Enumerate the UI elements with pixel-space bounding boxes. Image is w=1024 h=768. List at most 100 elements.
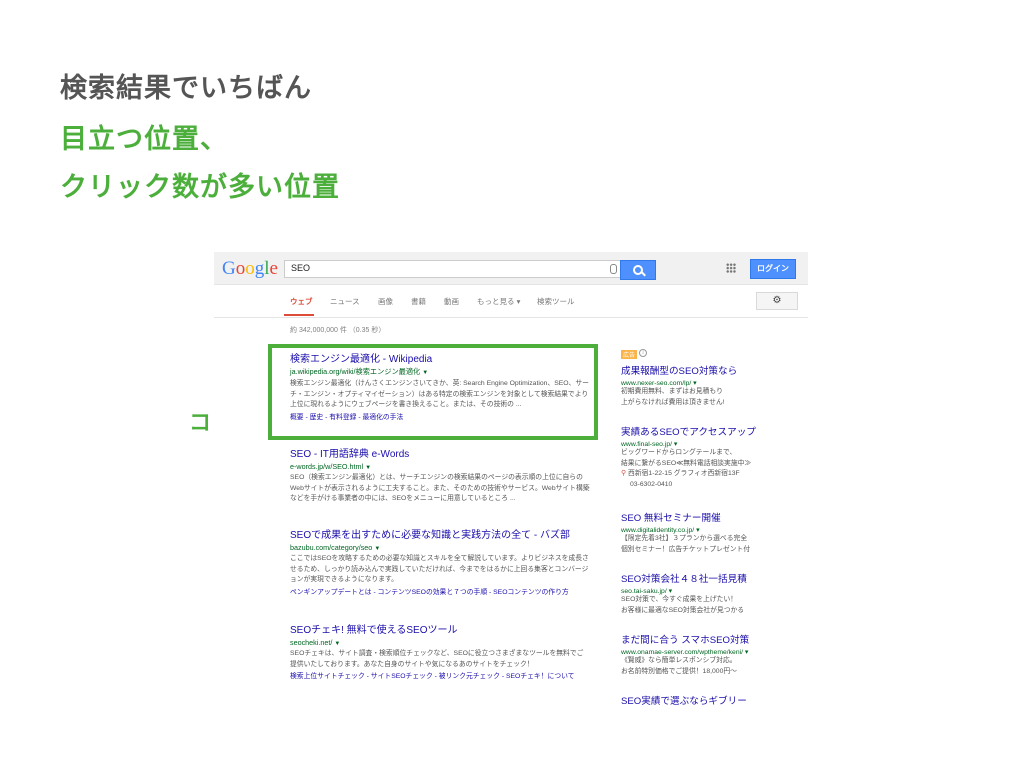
search-result: SEOで成果を出すために必要な知識と実践方法の全て - バズ部 bazubu.c…	[290, 526, 590, 598]
dropdown-arrow-icon[interactable]: ▾	[696, 527, 699, 534]
dropdown-arrow-icon[interactable]: ▼	[334, 641, 340, 647]
result-url: ja.wikipedia.org/wiki/検索エンジン最適化 ▼	[290, 367, 590, 377]
ad-item: 成果報酬型のSEO対策なら www.nexer-seo.com/lp/ ▾ 初期…	[621, 363, 801, 408]
tab-search-tools[interactable]: 検索ツール	[537, 296, 575, 307]
logo-letter: G	[222, 258, 236, 279]
result-sitelinks[interactable]: ペンギンアップデートとは - コンテンツSEOの効果と７つの手順 - SEOコン…	[290, 588, 590, 599]
ad-item: SEO対策会社４８社一括見積 seo.tai-saku.jp/ ▾ SEO対策で…	[621, 571, 801, 616]
ad-line: 初期費用無料、まずはお見積もり	[621, 388, 723, 395]
result-sitelinks[interactable]: 概要 - 歴史 - 有料登録 - 最適化の手法	[290, 413, 590, 424]
ad-title-link[interactable]: 成果報酬型のSEO対策なら	[621, 363, 801, 377]
logo-letter: o	[235, 258, 246, 279]
logo-letter: o	[245, 258, 255, 279]
google-top-bar: Google SEO ログイン	[214, 252, 808, 285]
ad-url-text[interactable]: www.onamae-server.com/wptheme/keni/	[621, 649, 743, 656]
result-url: seocheki.net/ ▼	[290, 638, 590, 647]
google-logo[interactable]: Google	[222, 258, 278, 280]
tab-videos[interactable]: 動画	[444, 296, 459, 307]
ad-line: ビッグワードからロングテールまで、	[621, 449, 737, 456]
ad-line: お客様に最適なSEO対策会社が見つかる	[621, 606, 745, 614]
result-title-link[interactable]: 検索エンジン最適化 - Wikipedia	[290, 350, 590, 365]
settings-button[interactable]: ⚙	[756, 292, 798, 310]
result-url-text[interactable]: ja.wikipedia.org/wiki/検索エンジン最適化	[290, 367, 420, 376]
search-tabs: ウェブ ニュース 画像 書籍 動画 もっと見る ▾ 検索ツール ⚙	[214, 285, 808, 318]
result-url-text[interactable]: e-words.jp/w/SEO.html	[290, 462, 363, 471]
search-input[interactable]: SEO	[284, 260, 622, 278]
active-tab-indicator	[284, 314, 314, 316]
dropdown-arrow-icon[interactable]: ▼	[422, 370, 428, 376]
result-snippet: SEOチェキは、サイト調査・検索順位チェックなど、SEOに役立つさまざまなツール…	[290, 650, 584, 668]
result-url-text[interactable]: seocheki.net/	[290, 638, 332, 647]
result-sitelinks[interactable]: 検索上位サイトチェック - サイトSEOチェック - 被リンク元チェック - S…	[290, 672, 590, 683]
logo-letter: e	[269, 258, 278, 279]
dropdown-arrow-icon[interactable]: ▼	[374, 546, 380, 552]
tab-books[interactable]: 書籍	[411, 296, 426, 307]
tab-web[interactable]: ウェブ	[290, 296, 313, 307]
result-url: e-words.jp/w/SEO.html ▼	[290, 462, 590, 471]
ad-title-link[interactable]: 実績あるSEOでアクセスアップ	[621, 424, 801, 438]
result-url-text[interactable]: bazubu.com/category/seo	[290, 543, 372, 552]
result-snippet: ここではSEOを攻略するための必要な知識とスキルを全て解説しています。よりビジネ…	[290, 555, 589, 583]
search-button[interactable]	[620, 260, 656, 280]
ad-url: www.nexer-seo.com/lp/ ▾	[621, 379, 801, 387]
search-query: SEO	[291, 263, 311, 273]
ad-line: 上がらなければ費用は頂きません!	[621, 398, 725, 406]
login-button[interactable]: ログイン	[750, 259, 796, 279]
result-stats: 約 342,000,000 件 （0.35 秒）	[290, 327, 386, 334]
ad-url-text[interactable]: www.nexer-seo.com/lp/	[621, 380, 691, 387]
result-snippet: 検索エンジン最適化（けんさくエンジンさいてきか、英: Search Engine…	[290, 380, 589, 408]
dropdown-arrow-icon[interactable]: ▾	[745, 649, 748, 656]
search-result: SEO - IT用語辞典 e-Words e-words.jp/w/SEO.ht…	[290, 445, 590, 505]
search-icon-handle	[641, 271, 646, 277]
ad-url-text[interactable]: seo.tai-saku.jp/	[621, 588, 667, 595]
ad-url: www.onamae-server.com/wptheme/keni/ ▾	[621, 648, 801, 656]
ad-line: お名前特別価格でご提供！18,000円〜	[621, 667, 737, 675]
dropdown-arrow-icon[interactable]: ▾	[693, 380, 696, 387]
result-snippet: SEO（検索エンジン最適化）とは、サーチエンジンの検索結果のページの表示順の上位…	[290, 474, 590, 502]
gear-icon: ⚙	[772, 295, 782, 306]
tab-images[interactable]: 画像	[378, 296, 393, 307]
result-title-link[interactable]: SEO - IT用語辞典 e-Words	[290, 445, 590, 460]
ad-line: SEO対策で、今すぐ成果を上げたい！	[621, 596, 738, 603]
dropdown-arrow-icon[interactable]: ▼	[365, 465, 371, 471]
ad-address-text[interactable]: 西新宿1-22-15 グラフィオ西新宿13F	[628, 470, 740, 477]
google-serp-screenshot: Google SEO ログイン ウェブ ニュース 画像 書籍 動画 もっと見る …	[214, 252, 808, 722]
map-pin-icon: ⚲	[621, 470, 627, 477]
ad-item: 実績あるSEOでアクセスアップ www.final-seo.jp/ ▾ ビッグワ…	[621, 424, 801, 490]
ad-url: www.digitalidentity.co.jp/ ▾	[621, 526, 801, 534]
ad-title-link[interactable]: SEO対策会社４８社一括見積	[621, 571, 801, 585]
apps-grid-icon[interactable]	[726, 263, 736, 273]
ad-url-text[interactable]: www.final-seo.jp/	[621, 441, 672, 448]
ad-url: www.final-seo.jp/ ▾	[621, 440, 801, 448]
dropdown-arrow-icon[interactable]: ▾	[669, 588, 672, 595]
ad-title-link[interactable]: SEO実績で選ぶならギブリー	[621, 693, 801, 707]
tab-news[interactable]: ニュース	[330, 296, 360, 307]
ad-item: SEO実績で選ぶならギブリー	[621, 693, 801, 707]
ad-item: まだ間に合う スマホSEO対策 www.onamae-server.com/wp…	[621, 632, 801, 677]
ad-phone[interactable]: 03-6302-0410	[621, 480, 801, 491]
ad-line: 個別セミナー！広告チケットプレゼント付	[621, 545, 751, 553]
ad-url: seo.tai-saku.jp/ ▾	[621, 587, 801, 595]
microphone-icon[interactable]	[610, 264, 617, 274]
slide-heading-line2: 目立つ位置、	[60, 124, 228, 155]
search-result: SEOチェキ! 無料で使えるSEOツール seocheki.net/ ▼ SEO…	[290, 621, 590, 683]
ad-url-text[interactable]: www.digitalidentity.co.jp/	[621, 527, 694, 534]
ad-line: 【限定先着3社】３プランから選べる完全	[621, 535, 748, 542]
result-title-link[interactable]: SEOで成果を出すために必要な知識と実践方法の全て - バズ部	[290, 526, 590, 541]
ad-line: 結果に繋がるSEO≪無料電話相談実施中≫	[621, 459, 752, 467]
ad-line: 《賢威》なら簡単レスポンシブ対応。	[621, 657, 737, 664]
ad-title-link[interactable]: まだ間に合う スマホSEO対策	[621, 632, 801, 646]
result-url: bazubu.com/category/seo ▼	[290, 543, 590, 552]
search-result: 検索エンジン最適化 - Wikipedia ja.wikipedia.org/w…	[290, 350, 590, 423]
ad-address: ⚲ 西新宿1-22-15 グラフィオ西新宿13F	[621, 469, 801, 480]
slide-heading-line1: 検索結果でいちばん	[60, 73, 312, 104]
ad-title-link[interactable]: SEO 無料セミナー開催	[621, 510, 801, 524]
ad-item: SEO 無料セミナー開催 www.digitalidentity.co.jp/ …	[621, 510, 801, 555]
tab-more[interactable]: もっと見る ▾	[477, 296, 520, 307]
info-icon[interactable]: i	[639, 349, 647, 357]
logo-letter: g	[254, 258, 265, 279]
result-title-link[interactable]: SEOチェキ! 無料で使えるSEOツール	[290, 621, 590, 636]
dropdown-arrow-icon[interactable]: ▾	[674, 441, 677, 448]
ad-badge: 広告	[621, 350, 638, 359]
slide-heading-line3: クリック数が多い位置	[60, 172, 340, 203]
